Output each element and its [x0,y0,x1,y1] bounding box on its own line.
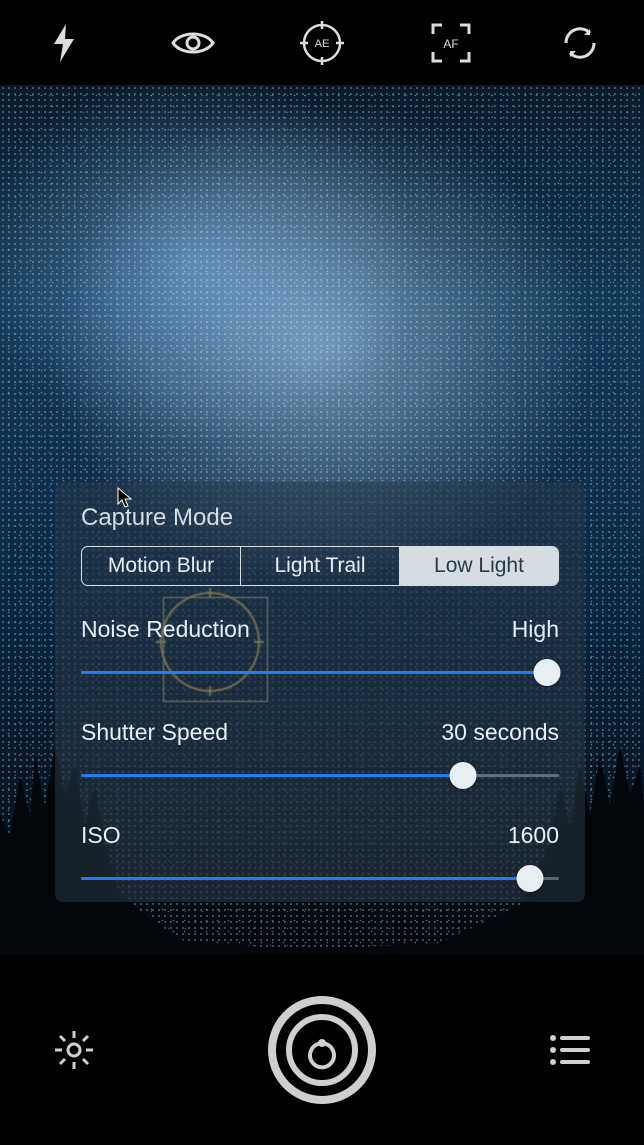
ae-target-button[interactable]: AE [297,18,347,68]
flash-button[interactable] [39,18,89,68]
noise-reduction-slider[interactable] [81,657,559,689]
iso-control: ISO 1600 [81,822,559,895]
mode-light-trail[interactable]: Light Trail [241,547,400,585]
ae-target-icon: AE [300,21,344,65]
preview-eye-button[interactable] [168,18,218,68]
shutter-button[interactable] [268,996,376,1104]
svg-text:AE: AE [315,38,330,50]
noise-reduction-label: Noise Reduction [81,616,250,643]
svg-text:AF: AF [443,37,458,51]
noise-reduction-value: High [512,616,559,643]
capture-settings-panel: Capture Mode Motion Blur Light Trail Low… [55,482,585,902]
iso-slider[interactable] [81,863,559,895]
iso-label: ISO [81,822,121,849]
noise-reduction-control: Noise Reduction High [81,616,559,689]
settings-button[interactable] [50,1026,98,1074]
camera-switch-button[interactable] [555,18,605,68]
iso-value: 1600 [508,822,559,849]
timer-icon [302,1030,342,1070]
panel-title: Capture Mode [81,504,559,532]
bottom-toolbar [0,955,644,1145]
capture-mode-segmented: Motion Blur Light Trail Low Light [81,546,559,586]
gear-icon [52,1028,96,1072]
list-icon [548,1033,592,1067]
shutter-speed-control: Shutter Speed 30 seconds [81,719,559,792]
cycle-icon [560,23,600,63]
shutter-speed-slider[interactable] [81,760,559,792]
mode-low-light[interactable]: Low Light [400,547,558,585]
shutter-speed-label: Shutter Speed [81,719,228,746]
flash-icon [52,24,76,62]
shutter-inner-ring [286,1014,358,1086]
mode-motion-blur[interactable]: Motion Blur [82,547,241,585]
shutter-speed-value: 30 seconds [441,719,559,746]
af-bracket-icon: AF [430,22,472,64]
eye-icon [171,29,215,57]
top-toolbar: AE AF [0,0,644,85]
af-bracket-button[interactable]: AF [426,18,476,68]
photo-list-button[interactable] [546,1026,594,1074]
